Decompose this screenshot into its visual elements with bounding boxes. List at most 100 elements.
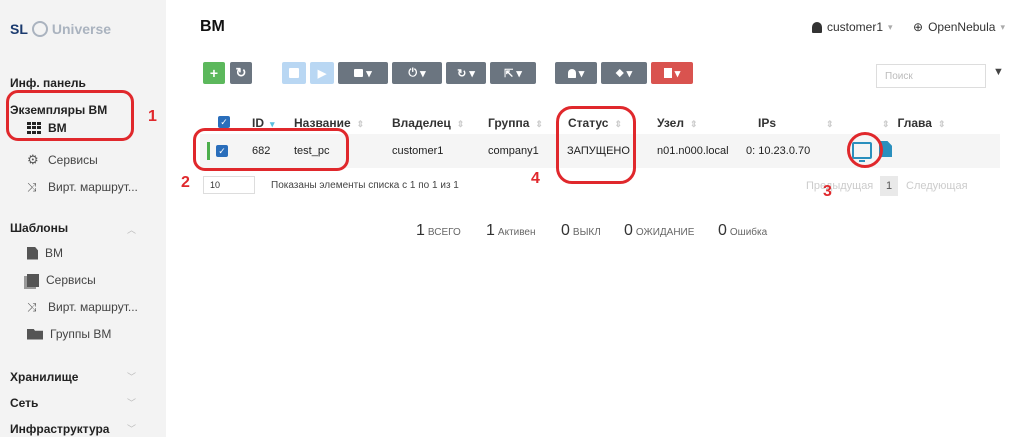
chevron-down-icon[interactable]: ﹀	[127, 422, 136, 435]
column-header-host[interactable]: Узел ⇕	[657, 116, 698, 130]
stat-number: 1	[416, 222, 425, 239]
stat-label: ВСЕГО	[427, 227, 461, 238]
power-icon: ⏻	[408, 66, 418, 79]
delete-dropdown-button[interactable]: ▾	[651, 62, 693, 84]
user-name: customer1	[827, 20, 884, 34]
sidebar-section-storage[interactable]: Хранилище	[10, 370, 78, 384]
caret-icon: ▾	[516, 67, 522, 80]
trash-icon	[663, 68, 672, 78]
page-title: ВМ	[200, 18, 225, 35]
label-dropdown-button[interactable]: ⬥ ▾	[601, 62, 647, 84]
sidebar-item-vm-groups[interactable]: Группы ВМ	[27, 327, 111, 341]
chevron-down-icon[interactable]: ﹀	[127, 370, 136, 383]
add-button[interactable]: +	[203, 62, 225, 84]
sidebar-item-label: Группы ВМ	[50, 327, 112, 341]
showing-info: Показаны элементы списка с 1 по 1 из 1	[271, 180, 459, 191]
sidebar-item-vm-templates[interactable]: ВМ	[27, 246, 63, 260]
column-header-ips[interactable]: IPs ⇕	[758, 116, 834, 130]
sidebar-item-dashboard[interactable]: Инф. панель	[10, 76, 86, 90]
caret-icon: ▾	[674, 67, 681, 80]
sidebar-section-templates[interactable]: Шаблоны	[10, 221, 68, 235]
chevron-down-icon[interactable]: ﹀	[127, 396, 136, 409]
chevron-down-icon: ▾	[888, 21, 893, 32]
stat-pending: 0 ОЖИДАНИЕ	[624, 222, 694, 240]
shuffle-icon: ⤨	[27, 180, 37, 194]
files-icon	[27, 273, 39, 287]
chevron-up-icon[interactable]: ︿	[127, 223, 136, 236]
column-label: IPs	[758, 116, 777, 130]
refresh-button[interactable]: ↻	[230, 62, 252, 84]
caret-icon: ▾	[626, 67, 633, 80]
caret-icon: ▾	[366, 67, 372, 80]
column-label: Группа	[488, 116, 530, 130]
sort-icon: ⇕	[689, 119, 698, 129]
cogs-icon: ⚙	[27, 152, 39, 167]
lock-dropdown-button[interactable]: ▾	[338, 62, 388, 84]
sort-icon: ⇕	[356, 119, 365, 129]
caret-icon: ▾	[469, 67, 475, 80]
sort-icon: ⇕	[882, 119, 890, 129]
logo-sl: SL	[10, 21, 28, 37]
stat-active: 1 Активен	[486, 222, 536, 240]
save-button[interactable]	[282, 62, 306, 84]
annotation-box-3	[847, 132, 883, 168]
user-menu[interactable]: customer1 ▾	[812, 20, 893, 34]
select-all-checkbox[interactable]: ✓	[218, 116, 230, 128]
reboot-icon: ↻	[457, 67, 467, 80]
zone-name: OpenNebula	[928, 20, 996, 34]
logo-universe: Universe	[51, 21, 112, 37]
stat-label: ВЫКЛ	[572, 227, 601, 238]
user-icon	[567, 68, 576, 78]
column-header-head[interactable]: ⇕ Глава ⇕	[882, 116, 946, 130]
deploy-button[interactable]: ▶	[310, 62, 334, 84]
annotation-box-2	[193, 128, 349, 171]
sidebar-item-services[interactable]: ⚙ Сервисы	[27, 153, 98, 167]
sidebar-item-label: ВМ	[45, 246, 63, 260]
sidebar-item-vrouter-templates[interactable]: ⤨ Вирт. маршрут...	[27, 300, 138, 314]
stat-total: 1 ВСЕГО	[416, 222, 461, 240]
sidebar-item-vrouters[interactable]: ⤨ Вирт. маршрут...	[27, 180, 138, 194]
owner-dropdown-button[interactable]: ▾	[555, 62, 597, 84]
sidebar-item-label: Сервисы	[46, 273, 96, 287]
power-dropdown-button[interactable]: ⏻ ▾	[392, 62, 442, 84]
sidebar-item-label: Сервисы	[48, 153, 98, 167]
cell-ips: 0: 10.23.0.70	[746, 145, 811, 157]
sidebar-item-label: Вирт. маршрут...	[48, 300, 138, 314]
page-number[interactable]: 1	[880, 176, 898, 196]
sort-icon: ⇕	[937, 119, 946, 129]
cell-group: company1	[488, 145, 539, 157]
annotation-number-2: 2	[181, 174, 190, 191]
stat-number: 0	[624, 222, 633, 239]
stat-label: Ошибка	[729, 227, 768, 238]
annotation-number-4: 4	[531, 170, 540, 187]
zone-menu[interactable]: ⊕ OpenNebula ▾	[913, 20, 1005, 34]
search-input[interactable]: Поиск	[876, 64, 986, 88]
app-window: SL Universe Инф. панель Экземпляры ВМ ВМ…	[0, 0, 1011, 437]
user-icon	[812, 21, 822, 33]
annotation-box-4	[556, 106, 636, 184]
shuffle-icon: ⤨	[27, 300, 37, 314]
filter-icon[interactable]: ▼	[993, 66, 1004, 78]
cell-host: n01.n000.local	[657, 145, 729, 157]
prev-page-link[interactable]: Предыдущая	[806, 180, 873, 192]
next-page-link[interactable]: Следующая	[906, 180, 968, 192]
column-header-group[interactable]: Группа ⇕	[488, 116, 543, 130]
lock-icon	[354, 69, 364, 77]
column-header-owner[interactable]: Владелец ⇕	[392, 116, 464, 130]
sidebar-section-network[interactable]: Сеть	[10, 396, 38, 410]
page-size-select[interactable]: 10	[203, 176, 255, 194]
cell-owner: customer1	[392, 145, 444, 157]
sort-icon: ⇕	[826, 119, 834, 129]
stat-label: Активен	[497, 227, 536, 238]
stat-error: 0 Ошибка	[718, 222, 767, 240]
stat-label: ОЖИДАНИЕ	[635, 227, 695, 238]
folder-icon	[27, 328, 43, 340]
sidebar-section-infrastructure[interactable]: Инфраструктура	[10, 422, 109, 436]
annotation-number-1: 1	[148, 108, 157, 125]
logo[interactable]: SL Universe	[10, 21, 111, 37]
export-dropdown-button[interactable]: ⇱ ▾	[490, 62, 536, 84]
stat-off: 0 ВЫКЛ	[561, 222, 601, 240]
sidebar-item-service-templates[interactable]: Сервисы	[27, 273, 96, 287]
reboot-dropdown-button[interactable]: ↻ ▾	[446, 62, 486, 84]
annotation-number-3: 3	[823, 183, 832, 200]
